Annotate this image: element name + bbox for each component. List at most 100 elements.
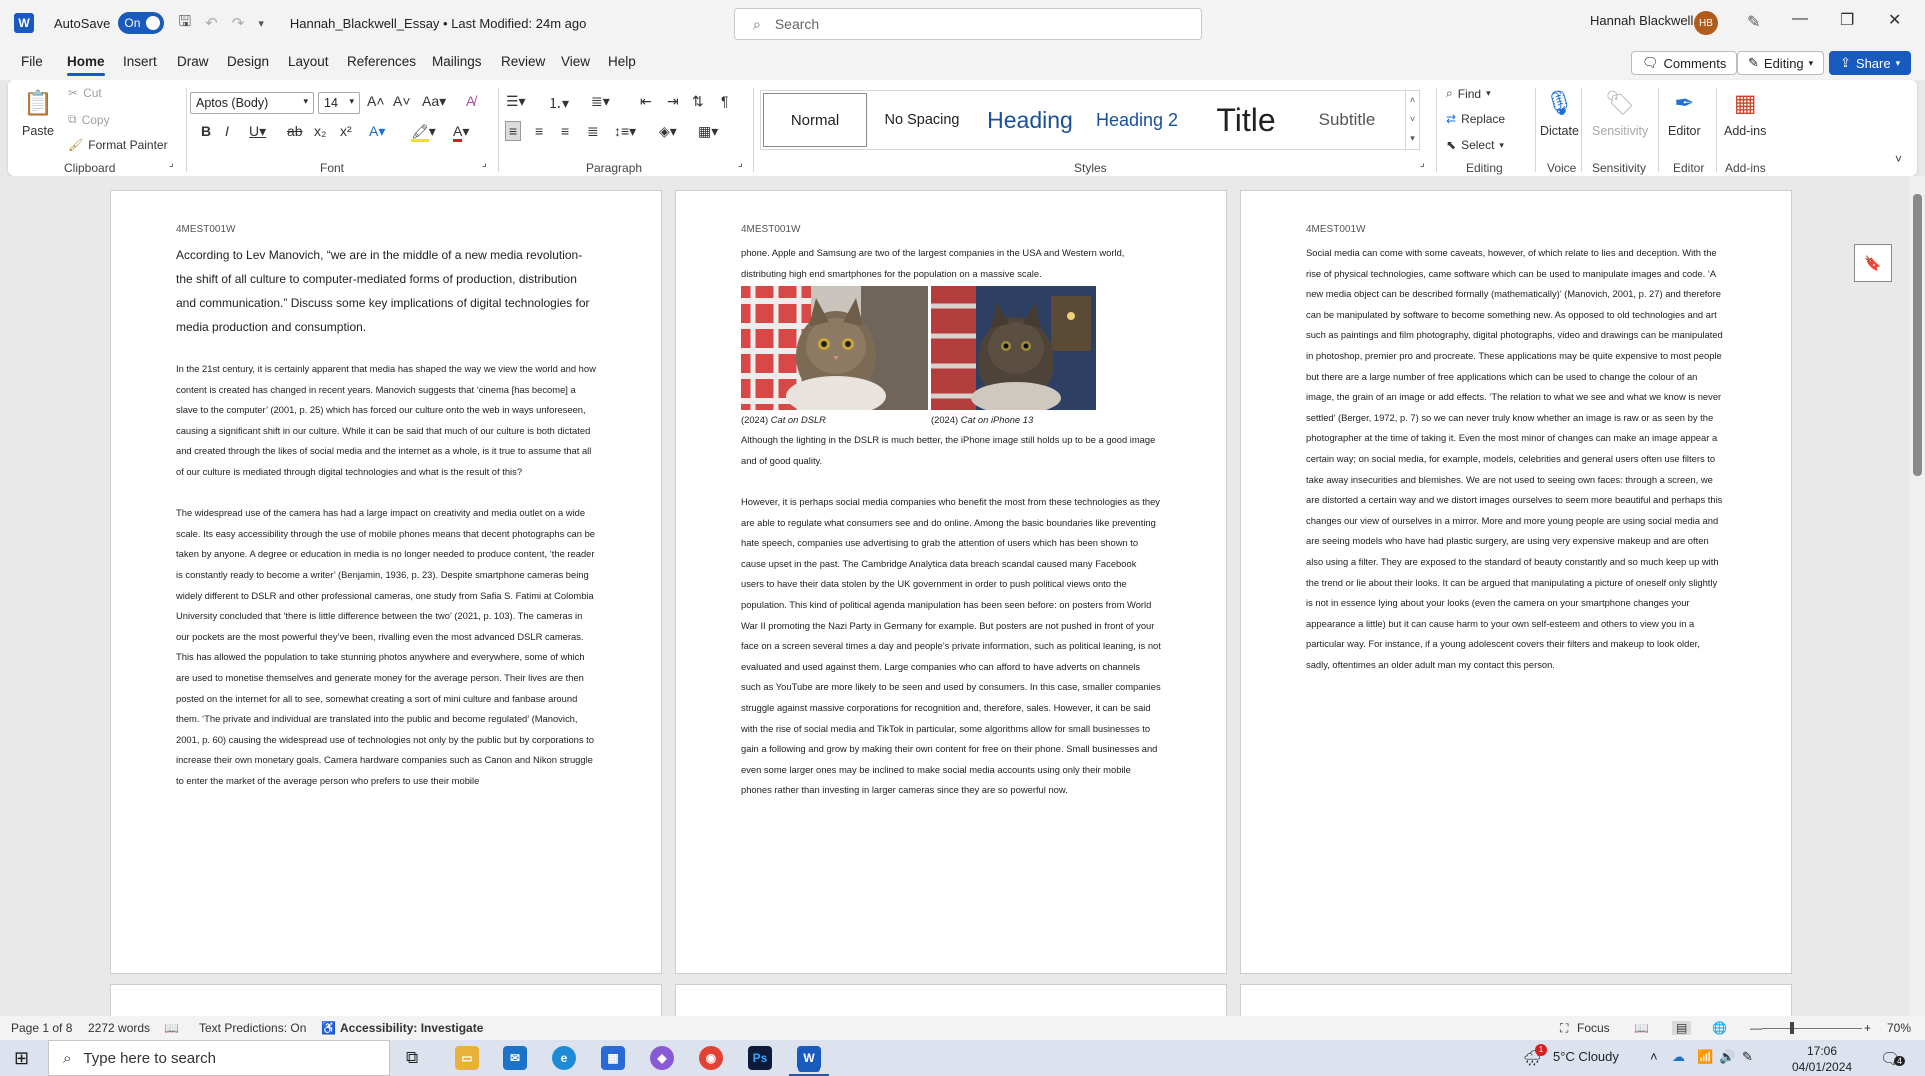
copilot-icon[interactable]: ◆ [650, 1046, 674, 1070]
collapse-ribbon-icon[interactable]: ˅ [1895, 152, 1902, 166]
change-case-icon[interactable]: Aa▾ [422, 93, 446, 110]
line-spacing-icon[interactable]: ↕≡▾ [614, 123, 636, 140]
paste-button[interactable]: 📋 Paste [22, 86, 54, 139]
dialog-launcher-icon[interactable]: ⌟ [1420, 158, 1425, 169]
zoom-slider[interactable] [1762, 1028, 1862, 1029]
store-icon[interactable]: ▦ [601, 1046, 625, 1070]
tab-mailings[interactable]: Mailings [432, 54, 482, 69]
tab-layout[interactable]: Layout [288, 54, 329, 69]
style-subtitle[interactable]: Subtitle [1297, 93, 1397, 147]
decrease-indent-icon[interactable]: ⇤ [640, 93, 652, 110]
document-title[interactable]: Hannah_Blackwell_Essay • Last Modified: … [290, 16, 587, 31]
tab-references[interactable]: References [347, 54, 416, 69]
onedrive-icon[interactable]: ☁ [1672, 1049, 1685, 1065]
autosave-toggle[interactable]: On [118, 12, 165, 34]
tab-draw[interactable]: Draw [177, 54, 209, 69]
font-name-select[interactable]: Aptos (Body) ▾ [190, 92, 314, 114]
replace-button[interactable]: ⇄ Replace [1446, 112, 1505, 126]
mail-icon[interactable]: ✉ [503, 1046, 527, 1070]
photoshop-icon[interactable]: Ps [748, 1046, 772, 1070]
dialog-launcher-icon[interactable]: ⌟ [738, 158, 743, 169]
page-body[interactable]: Social media can come with some caveats,… [1306, 243, 1726, 696]
print-layout-icon[interactable]: ▤ [1672, 1021, 1692, 1035]
essay-title[interactable]: According to Lev Manovich, “we are in th… [176, 243, 596, 339]
dialog-launcher-icon[interactable]: ⌟ [169, 158, 174, 169]
page-body[interactable]: According to Lev Manovich, “we are in th… [176, 243, 596, 812]
zoom-level[interactable]: 70% [1887, 1021, 1911, 1035]
zoom-out-icon[interactable]: — [1750, 1021, 1762, 1035]
customize-qat-icon[interactable]: ▾ [258, 17, 264, 30]
taskbar-search-input[interactable]: ⌕ Type here to search [48, 1040, 390, 1076]
redo-icon[interactable]: ↷ [232, 14, 245, 32]
sort-icon[interactable]: ⇅ [692, 93, 704, 110]
page-3[interactable]: 4MEST001W Social media can come with som… [1240, 190, 1792, 974]
chrome-icon[interactable]: ◉ [699, 1046, 723, 1070]
paragraph[interactable]: Although the lighting in the DSLR is muc… [741, 430, 1161, 471]
strikethrough-icon[interactable]: ab [287, 123, 303, 139]
close-button[interactable]: ✕ [1888, 10, 1901, 30]
paragraph[interactable]: The widespread use of the camera has had… [176, 503, 596, 791]
underline-icon[interactable]: U▾ [249, 123, 266, 140]
vertical-scrollbar[interactable] [1910, 176, 1925, 1016]
caption-dslr[interactable]: (2024) Cat on DSLR [741, 410, 931, 430]
text-predictions[interactable]: Text Predictions: On [199, 1021, 306, 1035]
avatar[interactable]: HB [1694, 11, 1718, 35]
align-left-icon[interactable]: ≡ [505, 121, 522, 141]
shrink-font-icon[interactable]: A˅ [393, 93, 411, 109]
accessibility-icon[interactable]: ♿ [321, 1021, 336, 1035]
grow-font-icon[interactable]: A˄ [367, 93, 385, 109]
font-color-icon[interactable]: A▾ [453, 123, 469, 142]
paragraph[interactable]: In the 21st century, it is certainly app… [176, 359, 596, 483]
cut-button[interactable]: ✂ Cut [68, 86, 102, 100]
save-icon[interactable]: 🖫 [178, 11, 191, 36]
comments-button[interactable]: 🗨 Comments [1631, 51, 1738, 75]
style-normal[interactable]: Normal [763, 93, 867, 147]
page-2[interactable]: 4MEST001W phone. Apple and Samsung are t… [675, 190, 1227, 974]
align-center-icon[interactable]: ≡ [535, 123, 543, 139]
show-marks-icon[interactable]: ¶ [721, 93, 729, 109]
tab-review[interactable]: Review [501, 54, 545, 69]
shading-icon[interactable]: ◈▾ [659, 123, 677, 140]
tab-home[interactable]: Home [67, 54, 105, 76]
sensitivity-button[interactable]: 🏷 Sensitivity [1592, 86, 1648, 139]
volume-icon[interactable]: 🔊 [1719, 1049, 1735, 1065]
file-explorer-icon[interactable]: ▭ [455, 1046, 479, 1070]
editor-button[interactable]: ✒ Editor [1668, 86, 1701, 139]
page-5[interactable] [675, 984, 1227, 1016]
increase-indent-icon[interactable]: ⇥ [667, 93, 679, 110]
page-1[interactable]: 4MEST001W According to Lev Manovich, “we… [110, 190, 662, 974]
page-6[interactable] [1240, 984, 1792, 1016]
text-effects-icon[interactable]: A▾ [369, 123, 385, 140]
paragraph[interactable]: Social media can come with some caveats,… [1306, 243, 1726, 675]
search-input[interactable]: ⌕ Search [734, 8, 1202, 40]
weather-text[interactable]: 5°C Cloudy [1553, 1049, 1619, 1064]
clock-date[interactable]: 04/01/2024 [1792, 1060, 1852, 1074]
task-view-icon[interactable]: ⧉ [406, 1048, 418, 1068]
focus-icon[interactable]: ⛶ [1560, 1021, 1568, 1036]
clock-time[interactable]: 17:06 [1792, 1044, 1852, 1058]
copy-button[interactable]: ⧉ Copy [68, 112, 110, 127]
select-button[interactable]: ⬉ Select ▾ [1446, 138, 1504, 152]
tab-view[interactable]: View [561, 54, 590, 69]
cat-iphone-image[interactable] [931, 286, 1096, 411]
pen-tray-icon[interactable]: ✎ [1742, 1049, 1753, 1065]
proofing-icon[interactable]: 📖 [164, 1021, 179, 1035]
dictate-button[interactable]: 🎙 Dictate [1540, 86, 1579, 139]
clear-formatting-icon[interactable]: A̸ [466, 93, 475, 109]
addins-button[interactable]: ▦ Add-ins [1724, 86, 1766, 139]
align-right-icon[interactable]: ≡ [561, 123, 569, 139]
font-size-select[interactable]: 14 ▾ [318, 92, 360, 114]
web-layout-icon[interactable]: 🌐 [1712, 1021, 1727, 1035]
multilevel-list-icon[interactable]: ≣▾ [591, 93, 610, 110]
bold-icon[interactable]: B [201, 123, 211, 139]
tab-help[interactable]: Help [608, 54, 636, 69]
share-button[interactable]: ⇪ Share ▾ [1829, 51, 1912, 75]
page-4[interactable] [110, 984, 662, 1016]
minimize-button[interactable]: — [1792, 10, 1808, 28]
word-taskbar-icon[interactable]: W [797, 1046, 821, 1070]
word-count[interactable]: 2272 words [88, 1021, 150, 1035]
tab-insert[interactable]: Insert [123, 54, 157, 69]
style-title[interactable]: Title [1201, 93, 1291, 147]
windows-start-icon[interactable]: ⊞ [14, 1048, 29, 1069]
style-heading[interactable]: Heading [975, 93, 1085, 147]
